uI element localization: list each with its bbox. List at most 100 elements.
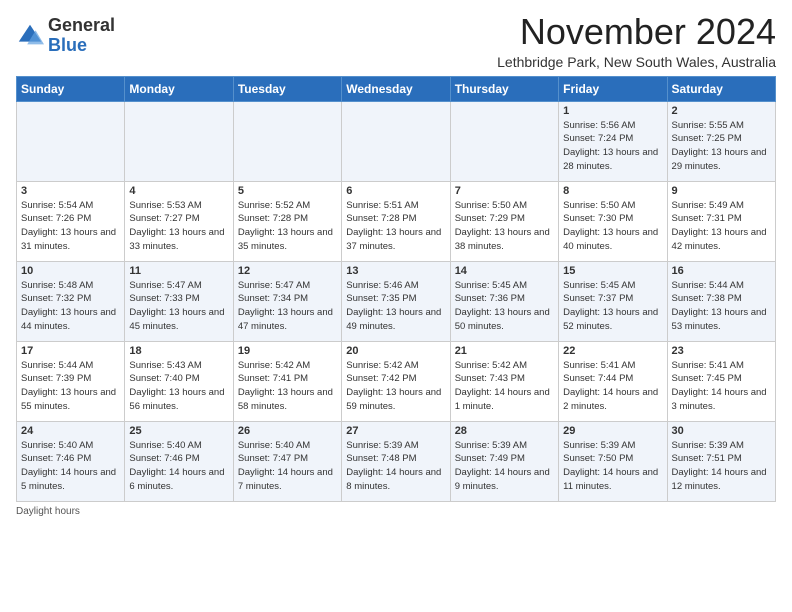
day-number: 22 (563, 345, 662, 357)
col-header-wednesday: Wednesday (342, 76, 450, 101)
week-row-3: 10 Sunrise: 5:48 AM Sunset: 7:32 PM Dayli… (17, 261, 776, 341)
day-cell: 12 Sunrise: 5:47 AM Sunset: 7:34 PM Dayli… (233, 261, 341, 341)
day-number: 28 (455, 425, 554, 437)
day-number: 13 (346, 265, 445, 277)
day-info: Sunrise: 5:49 AM Sunset: 7:31 PM Dayligh… (672, 199, 771, 254)
day-number: 8 (563, 185, 662, 197)
logo-blue: Blue (48, 35, 87, 55)
day-number: 29 (563, 425, 662, 437)
day-info: Sunrise: 5:51 AM Sunset: 7:28 PM Dayligh… (346, 199, 445, 254)
day-cell: 18Sunrise: 5:43 AM Sunset: 7:40 PM Dayli… (125, 341, 233, 421)
day-number: 9 (672, 185, 771, 197)
day-cell: 20 Sunrise: 5:42 AM Sunset: 7:42 PM Dayli… (342, 341, 450, 421)
day-info: Sunrise: 5:50 AM Sunset: 7:29 PM Dayligh… (455, 199, 554, 254)
calendar-table: SundayMondayTuesdayWednesdayThursdayFrid… (16, 76, 776, 502)
day-number: 5 (238, 185, 337, 197)
day-info: Sunrise: 5:39 AM Sunset: 7:48 PM Dayligh… (346, 439, 445, 494)
day-info: Sunrise: 5:47 AM Sunset: 7:34 PM Dayligh… (238, 279, 337, 334)
day-number: 26 (238, 425, 337, 437)
day-cell: 21Sunrise: 5:42 AM Sunset: 7:43 PM Dayli… (450, 341, 558, 421)
day-cell: 3 Sunrise: 5:54 AM Sunset: 7:26 PM Daylig… (17, 181, 125, 261)
logo: General Blue (16, 16, 115, 56)
header: General Blue November 2024 Lethbridge Pa… (16, 12, 776, 70)
day-info: Sunrise: 5:56 AM Sunset: 7:24 PM Dayligh… (563, 119, 662, 174)
day-info: Sunrise: 5:39 AM Sunset: 7:51 PM Dayligh… (672, 439, 771, 494)
day-number: 15 (563, 265, 662, 277)
month-title: November 2024 (497, 12, 776, 52)
col-header-thursday: Thursday (450, 76, 558, 101)
week-row-2: 3 Sunrise: 5:54 AM Sunset: 7:26 PM Daylig… (17, 181, 776, 261)
day-number: 20 (346, 345, 445, 357)
day-info: Sunrise: 5:40 AM Sunset: 7:47 PM Dayligh… (238, 439, 337, 494)
day-number: 17 (21, 345, 120, 357)
day-info: Sunrise: 5:44 AM Sunset: 7:38 PM Dayligh… (672, 279, 771, 334)
day-cell: 9 Sunrise: 5:49 AM Sunset: 7:31 PM Daylig… (667, 181, 775, 261)
col-header-saturday: Saturday (667, 76, 775, 101)
day-info: Sunrise: 5:46 AM Sunset: 7:35 PM Dayligh… (346, 279, 445, 334)
day-info: Sunrise: 5:53 AM Sunset: 7:27 PM Dayligh… (129, 199, 228, 254)
day-number: 16 (672, 265, 771, 277)
week-row-4: 17 Sunrise: 5:44 AM Sunset: 7:39 PM Dayli… (17, 341, 776, 421)
day-number: 7 (455, 185, 554, 197)
day-cell: 5 Sunrise: 5:52 AM Sunset: 7:28 PM Daylig… (233, 181, 341, 261)
day-info: Sunrise: 5:41 AM Sunset: 7:44 PM Dayligh… (563, 359, 662, 414)
day-info: Sunrise: 5:40 AM Sunset: 7:46 PM Dayligh… (129, 439, 228, 494)
day-info: Sunrise: 5:39 AM Sunset: 7:50 PM Dayligh… (563, 439, 662, 494)
day-number: 27 (346, 425, 445, 437)
day-cell: 29 Sunrise: 5:39 AM Sunset: 7:50 PM Dayli… (559, 421, 667, 501)
logo-icon (16, 22, 44, 50)
day-info: Sunrise: 5:48 AM Sunset: 7:32 PM Dayligh… (21, 279, 120, 334)
day-cell: 24 Sunrise: 5:40 AM Sunset: 7:46 PM Dayli… (17, 421, 125, 501)
day-info: Sunrise: 5:45 AM Sunset: 7:37 PM Dayligh… (563, 279, 662, 334)
day-number: 1 (563, 105, 662, 117)
day-number: 12 (238, 265, 337, 277)
day-cell: 16 Sunrise: 5:44 AM Sunset: 7:38 PM Dayli… (667, 261, 775, 341)
day-info: Sunrise: 5:43 AM Sunset: 7:40 PM Dayligh… (129, 359, 228, 414)
day-info: Sunrise: 5:54 AM Sunset: 7:26 PM Dayligh… (21, 199, 120, 254)
logo-general: General (48, 15, 115, 35)
col-header-monday: Monday (125, 76, 233, 101)
day-info: Sunrise: 5:52 AM Sunset: 7:28 PM Dayligh… (238, 199, 337, 254)
col-header-tuesday: Tuesday (233, 76, 341, 101)
day-cell: 1 Sunrise: 5:56 AM Sunset: 7:24 PM Daylig… (559, 101, 667, 181)
page: General Blue November 2024 Lethbridge Pa… (0, 0, 792, 525)
day-number: 24 (21, 425, 120, 437)
day-cell: 10 Sunrise: 5:48 AM Sunset: 7:32 PM Dayli… (17, 261, 125, 341)
day-cell: 6 Sunrise: 5:51 AM Sunset: 7:28 PM Daylig… (342, 181, 450, 261)
day-cell (125, 101, 233, 181)
day-info: Sunrise: 5:42 AM Sunset: 7:43 PM Dayligh… (455, 359, 554, 414)
day-number: 3 (21, 185, 120, 197)
day-cell: 26 Sunrise: 5:40 AM Sunset: 7:47 PM Dayli… (233, 421, 341, 501)
day-cell: 7 Sunrise: 5:50 AM Sunset: 7:29 PM Daylig… (450, 181, 558, 261)
day-number: 19 (238, 345, 337, 357)
title-block: November 2024 Lethbridge Park, New South… (497, 12, 776, 70)
day-cell: 17 Sunrise: 5:44 AM Sunset: 7:39 PM Dayli… (17, 341, 125, 421)
day-cell: 4 Sunrise: 5:53 AM Sunset: 7:27 PM Daylig… (125, 181, 233, 261)
day-number: 10 (21, 265, 120, 277)
day-info: Sunrise: 5:41 AM Sunset: 7:45 PM Dayligh… (672, 359, 771, 414)
day-number: 11 (129, 265, 228, 277)
day-info: Sunrise: 5:42 AM Sunset: 7:42 PM Dayligh… (346, 359, 445, 414)
day-info: Sunrise: 5:40 AM Sunset: 7:46 PM Dayligh… (21, 439, 120, 494)
day-cell: 27 Sunrise: 5:39 AM Sunset: 7:48 PM Dayli… (342, 421, 450, 501)
subtitle: Lethbridge Park, New South Wales, Austra… (497, 54, 776, 70)
week-row-1: 1 Sunrise: 5:56 AM Sunset: 7:24 PM Daylig… (17, 101, 776, 181)
col-header-friday: Friday (559, 76, 667, 101)
footer-note: Daylight hours (16, 506, 776, 517)
day-cell: 2 Sunrise: 5:55 AM Sunset: 7:25 PM Daylig… (667, 101, 775, 181)
day-info: Sunrise: 5:55 AM Sunset: 7:25 PM Dayligh… (672, 119, 771, 174)
day-number: 2 (672, 105, 771, 117)
day-info: Sunrise: 5:47 AM Sunset: 7:33 PM Dayligh… (129, 279, 228, 334)
day-number: 4 (129, 185, 228, 197)
day-cell (450, 101, 558, 181)
day-info: Sunrise: 5:44 AM Sunset: 7:39 PM Dayligh… (21, 359, 120, 414)
day-cell: 19Sunrise: 5:42 AM Sunset: 7:41 PM Dayli… (233, 341, 341, 421)
day-cell: 28Sunrise: 5:39 AM Sunset: 7:49 PM Dayli… (450, 421, 558, 501)
col-header-sunday: Sunday (17, 76, 125, 101)
day-cell: 15 Sunrise: 5:45 AM Sunset: 7:37 PM Dayli… (559, 261, 667, 341)
day-cell: 13 Sunrise: 5:46 AM Sunset: 7:35 PM Dayli… (342, 261, 450, 341)
day-number: 6 (346, 185, 445, 197)
day-cell (17, 101, 125, 181)
day-info: Sunrise: 5:50 AM Sunset: 7:30 PM Dayligh… (563, 199, 662, 254)
day-info: Sunrise: 5:45 AM Sunset: 7:36 PM Dayligh… (455, 279, 554, 334)
